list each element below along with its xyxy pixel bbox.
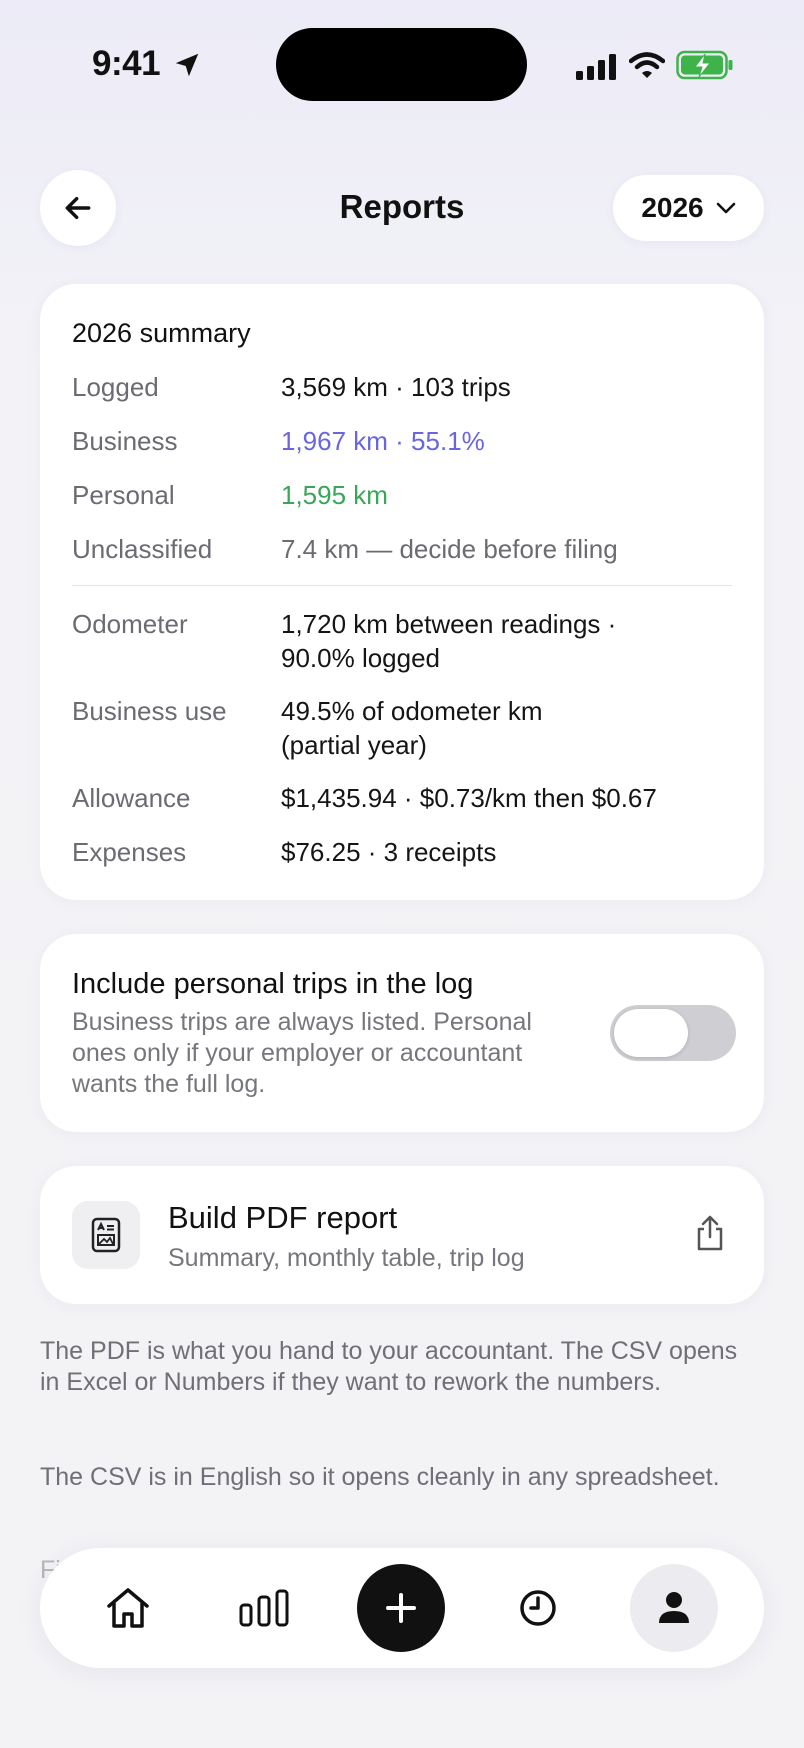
- status-time: 9:41: [92, 44, 161, 83]
- row-label: Business: [72, 426, 178, 456]
- pdf-report-title: Build PDF report: [168, 1200, 398, 1235]
- summary-title: 2026 summary: [72, 318, 251, 348]
- row-value: 1,595 km: [281, 480, 388, 510]
- dynamic-island: [276, 28, 527, 101]
- personal-trips-card: Include personal trips in the log Busine…: [40, 934, 764, 1132]
- divider: [72, 585, 732, 586]
- footnote-csv: The CSV is in English so it opens cleanl…: [40, 1463, 720, 1491]
- row-label: Expenses: [72, 837, 187, 867]
- summary-row-unclassified: Unclassified 7.4 km — decide before fili…: [72, 532, 732, 566]
- battery-charging-icon: [676, 50, 733, 80]
- summary-row-business-use: Business use 49.5% of odometer km (parti…: [72, 694, 732, 762]
- profile-icon: [659, 1592, 689, 1623]
- stats-icon: [239, 1589, 289, 1627]
- tab-home[interactable]: [86, 1566, 170, 1650]
- wifi-icon: [629, 52, 665, 78]
- include-personal-toggle[interactable]: [610, 1005, 736, 1061]
- summary-row-allowance: Allowance $1,435.94 · $0.73/km then $0.6…: [72, 781, 732, 815]
- toggle-knob: [614, 1009, 688, 1057]
- summary-row-personal: Personal 1,595 km: [72, 478, 732, 512]
- row-value: $76.25 · 3 receipts: [281, 837, 497, 867]
- tab-history[interactable]: [496, 1566, 580, 1650]
- tab-stats[interactable]: [222, 1566, 306, 1650]
- toggle-description: Business trips are always listed. Person…: [72, 1008, 532, 1098]
- year-label: 2026: [641, 192, 704, 223]
- home-icon: [107, 1588, 149, 1628]
- summary-row-expenses: Expenses $76.25 · 3 receipts: [72, 835, 732, 869]
- row-value: $1,435.94 · $0.73/km then $0.67: [281, 783, 657, 813]
- row-label: Unclassified: [72, 534, 213, 564]
- row-label: Odometer: [72, 609, 188, 639]
- row-value: 7.4 km — decide before filing: [281, 534, 618, 564]
- history-icon: [520, 1590, 556, 1626]
- footnote-pdf: The PDF is what you hand to your account…: [40, 1337, 738, 1396]
- document-icon: [72, 1201, 140, 1269]
- row-label: Logged: [72, 372, 159, 402]
- row-value: 49.5% of odometer km (partial year): [281, 696, 543, 760]
- summary-card: 2026 summary Logged 3,569 km · 103 trips…: [40, 284, 764, 900]
- row-label: Allowance: [72, 783, 191, 813]
- location-arrow-icon: [175, 53, 199, 77]
- row-label: Personal: [72, 480, 175, 510]
- summary-row-odometer: Odometer 1,720 km between readings · 90.…: [72, 607, 732, 675]
- tab-profile[interactable]: [630, 1564, 718, 1652]
- add-icon: [386, 1593, 416, 1623]
- toggle-title: Include personal trips in the log: [72, 968, 474, 1000]
- share-icon[interactable]: [694, 1214, 726, 1252]
- row-label: Business use: [72, 696, 227, 726]
- add-trip-button[interactable]: [357, 1564, 445, 1652]
- summary-row-business: Business 1,967 km · 55.1%: [72, 424, 732, 458]
- build-pdf-report-button[interactable]: Build PDF report Summary, monthly table,…: [40, 1166, 764, 1304]
- tab-bar: [40, 1548, 764, 1668]
- row-value: 3,569 km · 103 trips: [281, 372, 511, 402]
- summary-row-logged: Logged 3,569 km · 103 trips: [72, 370, 732, 404]
- row-value: 1,720 km between readings · 90.0% logged: [281, 609, 617, 673]
- row-value: 1,967 km · 55.1%: [281, 426, 485, 456]
- chevron-down-icon: [716, 202, 735, 214]
- year-selector[interactable]: 2026: [613, 175, 764, 241]
- pdf-report-subtitle: Summary, monthly table, trip log: [168, 1244, 525, 1272]
- cellular-signal-icon: [576, 54, 616, 80]
